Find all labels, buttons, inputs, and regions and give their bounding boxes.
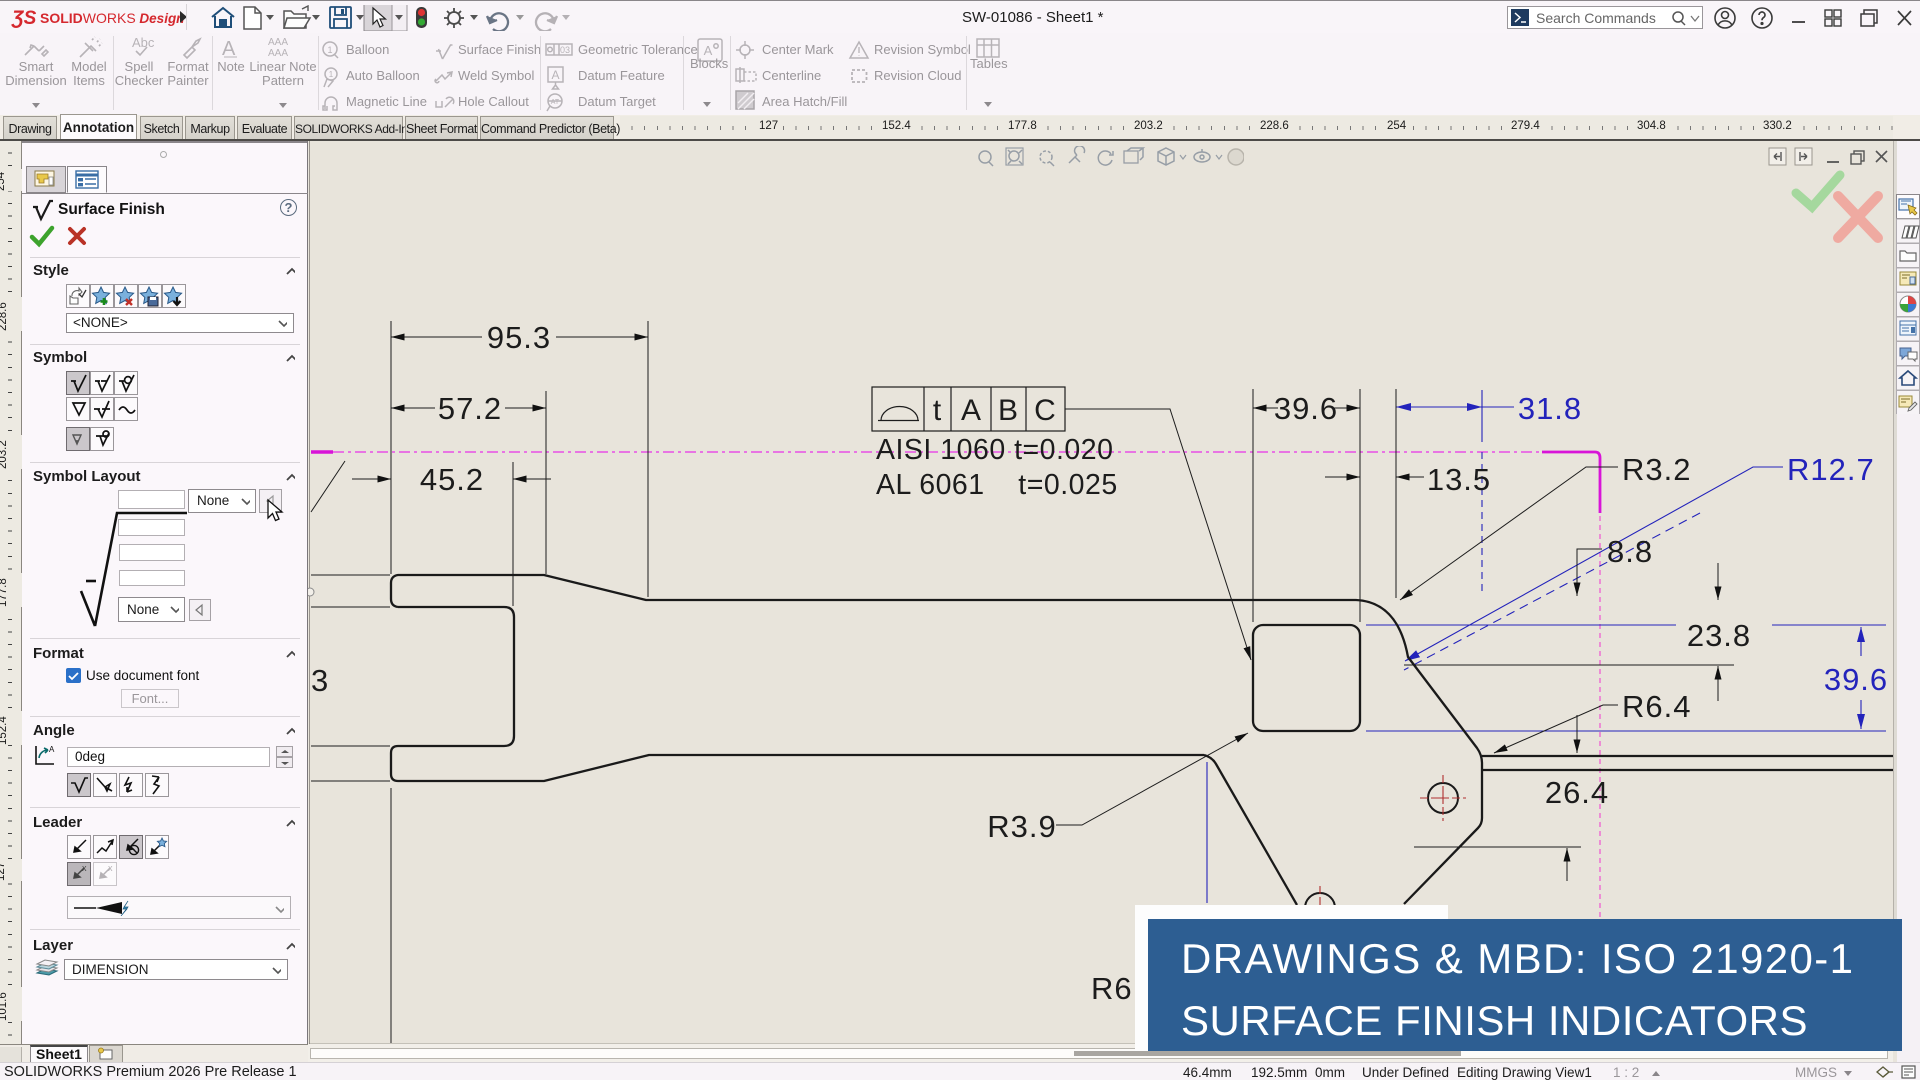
- svg-text:13.5: 13.5: [1427, 462, 1491, 497]
- svg-text:C: C: [1034, 394, 1056, 427]
- svg-text:23.8: 23.8: [1687, 618, 1751, 653]
- svg-text:26.4: 26.4: [1545, 775, 1609, 810]
- svg-text:39.6: 39.6: [1824, 662, 1888, 697]
- svg-text:R12.7: R12.7: [1787, 452, 1875, 487]
- svg-text:A: A: [961, 394, 981, 427]
- svg-text:8.8: 8.8: [1607, 534, 1653, 569]
- svg-text:57.2: 57.2: [438, 391, 502, 426]
- svg-text:AL 6061 t=0.025: AL 6061 t=0.025: [876, 469, 1118, 501]
- svg-text:3: 3: [311, 663, 328, 698]
- svg-text:x: x: [108, 863, 113, 873]
- svg-text:31.8: 31.8: [1518, 391, 1582, 426]
- svg-text:t: t: [933, 394, 942, 427]
- svg-text:95.3: 95.3: [487, 320, 551, 355]
- svg-text:45.2: 45.2: [420, 462, 484, 497]
- svg-text:B: B: [998, 394, 1018, 427]
- svg-text:A: A: [49, 745, 55, 754]
- svg-text:R3.2: R3.2: [1622, 452, 1691, 487]
- svg-text:AISI 1060 t=0.020: AISI 1060 t=0.020: [876, 434, 1113, 466]
- svg-text:R6.4: R6.4: [1622, 689, 1691, 724]
- svg-text:R3.9: R3.9: [987, 809, 1056, 844]
- svg-text:x: x: [82, 863, 87, 873]
- svg-text:39.6: 39.6: [1274, 391, 1338, 426]
